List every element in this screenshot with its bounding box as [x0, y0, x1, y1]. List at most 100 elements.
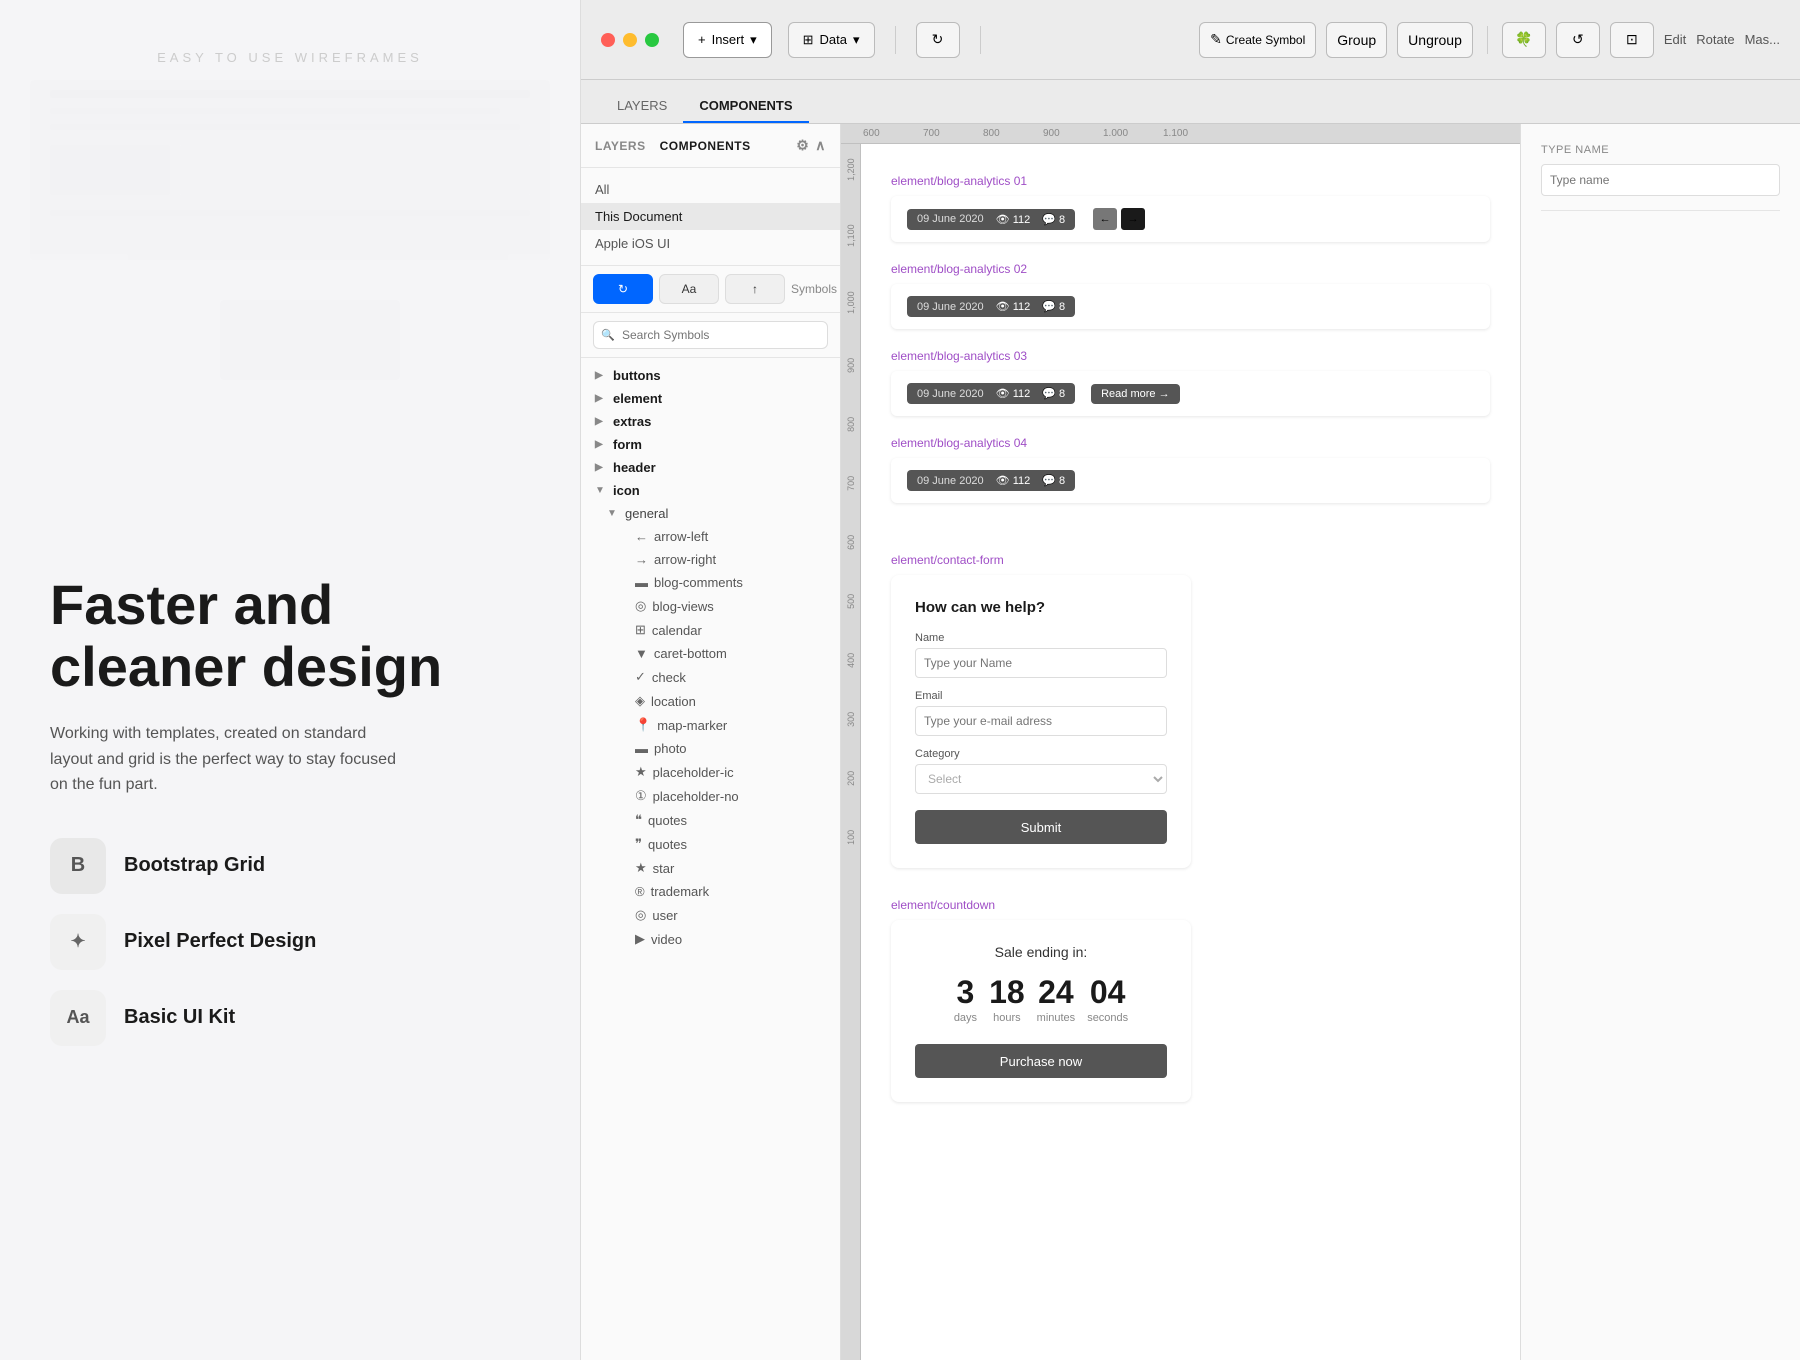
edit-icon-btn[interactable]: ✎ Create Symbol [1199, 22, 1316, 58]
source-this-document[interactable]: This Document [581, 203, 840, 230]
list-item: Aa Basic UI Kit [50, 990, 530, 1046]
tree-item-buttons[interactable]: ▶ buttons [581, 364, 840, 387]
nav-next-arrow[interactable]: → [1121, 208, 1145, 230]
user-icon: ◎ [635, 907, 646, 923]
tree-item-location[interactable]: ◈ location [581, 689, 840, 713]
source-all[interactable]: All [581, 176, 840, 203]
tab-components[interactable]: COMPONENTS [683, 90, 808, 123]
tree-item-general[interactable]: ▼ general [581, 502, 840, 525]
tree-item-caret-bottom[interactable]: ▼ caret-bottom [581, 642, 840, 665]
ungroup-button[interactable]: Ungroup [1397, 22, 1473, 58]
mask-icon-btn[interactable]: ⊡ [1610, 22, 1654, 58]
meta-views-4: 👁 112 [996, 474, 1031, 487]
tree-label-icon: icon [613, 483, 640, 498]
filter-other-btn[interactable]: ↑ [725, 274, 785, 304]
rp-divider [1541, 210, 1780, 211]
ruler-mark-800: 800 [981, 128, 1041, 139]
tree-item-map-marker[interactable]: 📍 map-marker [581, 713, 840, 737]
ruler-mark-1200: 1,200 [846, 158, 856, 181]
filter-symbols-btn[interactable]: ↻ [593, 274, 653, 304]
tree-item-header[interactable]: ▶ header [581, 456, 840, 479]
tree-label-extras: extras [613, 414, 651, 429]
sidebar-components-tab[interactable]: COMPONENTS [660, 139, 751, 153]
countdown-section: element/countdown Sale ending in: 3 days… [891, 898, 1490, 1102]
email-input[interactable] [915, 706, 1167, 736]
tree-item-extras[interactable]: ▶ extras [581, 410, 840, 433]
data-button[interactable]: ⊞ Data ▾ [788, 22, 875, 58]
tree-item-blog-comments[interactable]: ▬ blog-comments [581, 571, 840, 594]
close-button[interactable] [601, 33, 615, 47]
rotate-icon: ↺ [1572, 31, 1584, 48]
analytics-card-4[interactable]: 09 June 2020 👁 112 💬 8 [891, 458, 1490, 503]
meta-date-3: 09 June 2020 [917, 388, 984, 400]
rotate-icon-btn[interactable]: ↺ [1556, 22, 1600, 58]
leaf-icon-btn[interactable]: 🍀 [1502, 22, 1546, 58]
tree-label-form: form [613, 437, 642, 452]
submit-button[interactable]: Submit [915, 810, 1167, 844]
basic-ui-icon: Aa [50, 990, 106, 1046]
tree-item-star[interactable]: ★ star [581, 856, 840, 880]
tree-label-star: star [653, 861, 675, 876]
tree-item-placeholder-no[interactable]: ① placeholder-no [581, 784, 840, 808]
name-input[interactable] [915, 648, 1167, 678]
purchase-button[interactable]: Purchase now [915, 1044, 1167, 1078]
analytics-card-1-label: element/blog-analytics 01 [891, 174, 1490, 188]
search-box [581, 313, 840, 358]
gear-icon[interactable]: ⚙ [796, 137, 809, 154]
tab-bar: LAYERS COMPONENTS [581, 80, 1800, 124]
canvas-with-ruler: 100 200 300 400 500 600 700 800 900 1,00… [841, 144, 1520, 1360]
feature-label-1: Pixel Perfect Design [124, 930, 316, 953]
analytics-card-1[interactable]: 09 June 2020 👁 112 💬 8 ← → [891, 196, 1490, 242]
ruler-mark-1000: 1,000 [846, 291, 856, 314]
category-select[interactable]: Select [915, 764, 1167, 794]
nav-prev-arrow[interactable]: ← [1093, 208, 1117, 230]
filter-text-btn[interactable]: Aa [659, 274, 719, 304]
tree-item-video[interactable]: ▶ video [581, 927, 840, 951]
main-content: LAYERS COMPONENTS ⚙ ∧ All This Document … [581, 124, 1800, 1360]
type-name-input[interactable] [1541, 164, 1780, 196]
blog-views-icon: ◎ [635, 598, 646, 614]
tree-label-calendar: calendar [652, 623, 702, 638]
tree-item-icon[interactable]: ▼ icon [581, 479, 840, 502]
tree-item-photo[interactable]: ▬ photo [581, 737, 840, 760]
symbol-filter-bar: ↻ Aa ↑ Symbols [581, 266, 840, 313]
tree-item-user[interactable]: ◎ user [581, 903, 840, 927]
tree-label-quotes-2: quotes [648, 837, 687, 852]
sync-button[interactable]: ↻ [916, 22, 960, 58]
group-button[interactable]: Group [1326, 22, 1387, 58]
tree-item-arrow-right[interactable]: → arrow-right [581, 548, 840, 571]
symbols-tab-label: Symbols [791, 282, 837, 296]
maximize-button[interactable] [645, 33, 659, 47]
feature-label-2: Basic UI Kit [124, 1006, 235, 1029]
tree-item-form[interactable]: ▶ form [581, 433, 840, 456]
tree-item-quotes-2[interactable]: ❞ quotes [581, 832, 840, 856]
tree-item-arrow-left[interactable]: ← arrow-left [581, 525, 840, 548]
source-apple-ios[interactable]: Apple iOS UI [581, 230, 840, 257]
arrow-right-icon: ▶ [595, 393, 607, 404]
chevron-up-icon[interactable]: ∧ [815, 137, 826, 154]
analytics-card-1-wrapper: element/blog-analytics 01 09 June 2020 👁… [891, 174, 1490, 242]
analytics-card-2[interactable]: 09 June 2020 👁 112 💬 8 [891, 284, 1490, 329]
hours-label: hours [989, 1012, 1025, 1024]
tree-item-quotes-1[interactable]: ❝ quotes [581, 808, 840, 832]
left-panel: EASY TO USE WIREFRAMES Faster and cleane… [0, 0, 580, 1360]
arrow-left-icon: ← [635, 529, 648, 544]
analytics-meta-4: 09 June 2020 👁 112 💬 8 [907, 470, 1075, 491]
tree-item-blog-views[interactable]: ◎ blog-views [581, 594, 840, 618]
quotes-icon-1: ❝ [635, 812, 642, 828]
tree-item-element[interactable]: ▶ element [581, 387, 840, 410]
tree-item-calendar[interactable]: ⊞ calendar [581, 618, 840, 642]
search-input[interactable] [593, 321, 828, 349]
ruler-mark-600: 600 [861, 128, 921, 139]
tree-item-placeholder-ic[interactable]: ★ placeholder-ic [581, 760, 840, 784]
sidebar-layers-tab[interactable]: LAYERS [595, 139, 646, 153]
name-label: Name [915, 632, 1167, 644]
tree-item-trademark[interactable]: ® trademark [581, 880, 840, 903]
minimize-button[interactable] [623, 33, 637, 47]
tree-item-check[interactable]: ✓ check [581, 665, 840, 689]
analytics-card-3[interactable]: 09 June 2020 👁 112 💬 8 Read more → [891, 371, 1490, 416]
read-more-button[interactable]: Read more → [1091, 384, 1179, 404]
tab-layers[interactable]: LAYERS [601, 90, 683, 123]
tree-label-general: general [625, 506, 668, 521]
insert-button[interactable]: + Insert ▾ [683, 22, 772, 58]
